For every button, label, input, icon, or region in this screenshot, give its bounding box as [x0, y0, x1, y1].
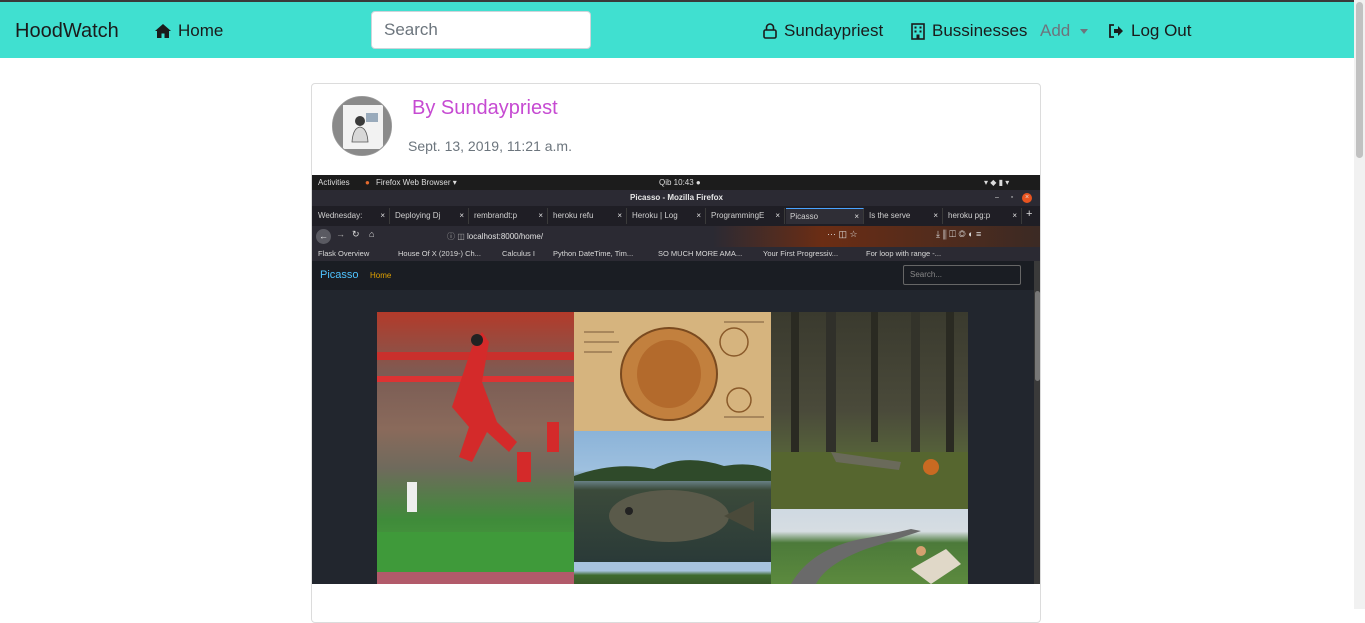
embedded-url-bar: ← → ↻ ⌂ ⓘ ◫ localhost:8000/home/ ··· ◫ ☆… [312, 226, 1040, 247]
embedded-tab: heroku refu × [549, 208, 627, 224]
embedded-activities: Activities [318, 178, 350, 187]
bookmark-item: House Of X (2019-) Ch... [398, 249, 481, 258]
embedded-bookmarks-bar: Flask Overview House Of X (2019-) Ch... … [312, 247, 1040, 261]
toolbar-icons: ⤓ ⫼ ◫ ◎ ◐ ≡ [936, 229, 982, 239]
firefox-icon: ● [365, 178, 370, 187]
close-icon: × [1022, 193, 1032, 203]
user-icon [763, 23, 777, 39]
avatar[interactable] [332, 96, 392, 156]
gallery-image-partial [377, 572, 574, 584]
new-tab-icon: + [1026, 208, 1033, 220]
nav-add-label: Add [1040, 21, 1071, 40]
forward-icon: → [336, 229, 345, 239]
post-date: Sept. 13, 2019, 11:21 a.m. [408, 138, 572, 154]
sign-out-icon [1109, 24, 1123, 38]
bookmark-item: SO MUCH MORE AMA... [658, 249, 743, 258]
embedded-tab: heroku pg:p × [944, 208, 1022, 224]
nav-home-link[interactable]: Home [155, 21, 223, 41]
embedded-site: Picasso Home Search... [312, 261, 1034, 584]
bookmark-item: Python DateTime, Tim... [553, 249, 634, 258]
bookmark-item: Your First Progressiv... [763, 249, 839, 258]
embedded-scrollbar [1034, 261, 1040, 584]
back-icon: ← [316, 229, 331, 244]
embedded-tab-active: Picasso × [786, 208, 864, 224]
post-author[interactable]: By Sundaypriest [412, 97, 558, 120]
embedded-tab: ProgrammingE × [707, 208, 785, 224]
nav-user-label: Sundaypriest [784, 21, 884, 40]
embedded-tab: rembrandt:p × [470, 208, 548, 224]
post-image: Activities ● Firefox Web Browser ▾ Qib 1… [312, 175, 1040, 584]
gallery-image-lake [574, 562, 771, 584]
nav-logout-label: Log Out [1131, 21, 1192, 40]
embedded-tab: Is the serve × [865, 208, 943, 224]
embedded-tab: Heroku | Log × [628, 208, 706, 224]
embedded-tray-icons: ▾ ◆ ▮ ▾ [984, 178, 1010, 187]
gallery-image-da-vinci-sketch [574, 312, 771, 431]
embedded-url-field: ⓘ ◫ localhost:8000/home/ [447, 232, 544, 241]
embedded-site-brand: Picasso [320, 269, 359, 281]
navbar: HoodWatch Home Sundaypriest Bussinesses … [0, 2, 1354, 58]
embedded-tab: Wednesday: × [314, 208, 390, 224]
maximize-icon: ▫ [1010, 194, 1014, 201]
bookmark-item: Flask Overview [318, 249, 370, 258]
gallery-image-forest [771, 312, 968, 509]
nav-add-dropdown[interactable]: Add [1040, 21, 1089, 41]
bookmark-item: Calculus I [502, 249, 535, 258]
embedded-clock: Qib 10:43 ● [659, 178, 701, 187]
bookmark-item: For loop with range -... [866, 249, 942, 258]
nav-home-label: Home [178, 21, 224, 40]
embedded-site-search: Search... [903, 265, 1021, 285]
nav-logout-link[interactable]: Log Out [1108, 21, 1192, 41]
home-small-icon: ⌂ [369, 229, 375, 239]
gallery-image-road [771, 509, 968, 584]
page-scrollbar[interactable] [1354, 0, 1365, 609]
avatar-image [333, 97, 391, 155]
embedded-site-home: Home [370, 271, 392, 280]
search-input[interactable] [371, 11, 591, 49]
home-icon [155, 24, 171, 38]
embedded-window-title: Picasso - Mozilla Firefox [312, 190, 1040, 206]
nav-businesses-label: Bussinesses [932, 21, 1028, 40]
gallery-image-football [377, 312, 574, 572]
embedded-tab: Deploying Dj × [391, 208, 469, 224]
chevron-down-icon [1080, 28, 1089, 34]
embedded-site-nav: Picasso Home Search... [312, 261, 1034, 290]
navbar-brand[interactable]: HoodWatch [15, 20, 119, 43]
minimize-icon: – [995, 194, 999, 201]
embedded-tab-bar: Wednesday: × Deploying Dj × rembrandt:p × h… [312, 206, 1040, 226]
embedded-app-menu: Firefox Web Browser ▾ [376, 178, 457, 187]
page-scrollbar-thumb[interactable] [1356, 2, 1363, 158]
gallery-image-fish-island [574, 431, 771, 562]
page-actions-icons: ··· ◫ ☆ [827, 229, 858, 239]
reload-icon: ↻ [352, 229, 360, 239]
post-card: By Sundaypriest Sept. 13, 2019, 11:21 a.… [311, 83, 1041, 623]
nav-businesses-link[interactable]: Bussinesses [911, 21, 1027, 41]
embedded-system-bar: Activities ● Firefox Web Browser ▾ Qib 1… [312, 175, 1040, 190]
nav-user-link[interactable]: Sundaypriest [763, 21, 883, 41]
building-icon [911, 22, 925, 40]
